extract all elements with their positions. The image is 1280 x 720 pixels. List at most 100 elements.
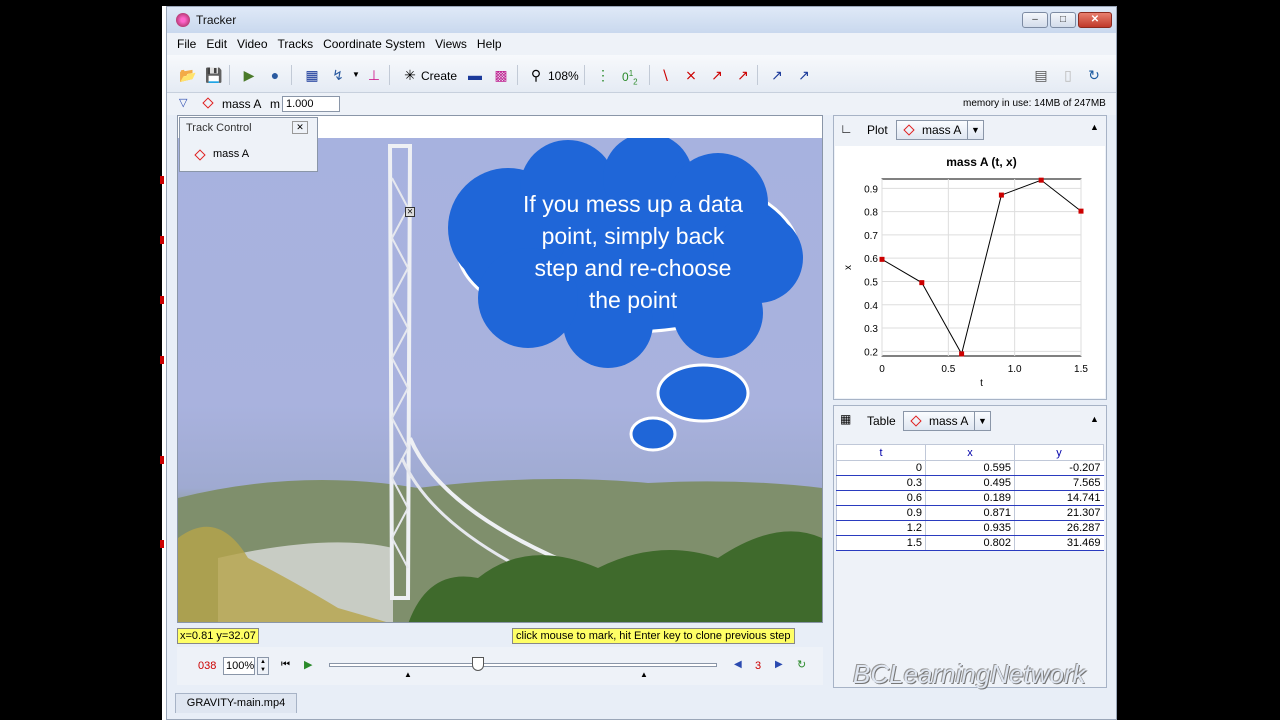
import-video-icon[interactable]: ▶ <box>240 67 258 83</box>
table-track-selector[interactable]: mass A ▼ <box>903 411 991 431</box>
video-panel[interactable]: If you mess up a data point, simply back… <box>177 115 823 623</box>
play-icon[interactable]: ▶ <box>304 658 312 671</box>
table-row[interactable]: 1.5 0.802 31.469 <box>836 535 1104 551</box>
track-menu-chevron-icon[interactable]: ▽ <box>179 96 187 109</box>
start-marker-icon[interactable]: ▲ <box>404 670 412 679</box>
position-icon[interactable]: ⨯ <box>682 67 700 83</box>
open-folder-icon[interactable]: 📂 <box>179 67 197 83</box>
momentum-icon[interactable]: ↗ <box>795 67 813 83</box>
table-header: ▦ Table mass A ▼ ▲ <box>834 406 1106 432</box>
memory-status: memory in use: 14MB of 247MB <box>963 98 1106 109</box>
grid-icon[interactable]: ▩ <box>492 67 510 83</box>
minimize-button[interactable]: – <box>1022 12 1048 28</box>
column-header-t[interactable]: t <box>836 444 926 461</box>
chevron-down-icon[interactable]: ▼ <box>347 67 365 83</box>
step-size[interactable]: 3 <box>755 660 761 672</box>
plot-label[interactable]: Plot <box>867 123 888 137</box>
y-axis-label: x <box>843 265 854 270</box>
maximize-button[interactable]: □ <box>1050 12 1076 28</box>
collapse-up-icon[interactable]: ▲ <box>1090 414 1099 424</box>
y-tick-label: 0.7 <box>864 231 878 242</box>
watermark: BCLearningNetwork <box>853 659 1086 689</box>
acceleration-icon[interactable]: ↗ <box>734 67 752 83</box>
reset-icon[interactable]: ⏮ <box>281 659 290 670</box>
table-row[interactable]: 1.2 0.935 26.287 <box>836 520 1104 536</box>
path-icon[interactable]: ∖ <box>656 67 674 83</box>
video-filter-icon[interactable]: ● <box>266 67 284 83</box>
slider-thumb[interactable] <box>472 657 484 671</box>
axes-icon[interactable]: ⊥ <box>365 67 383 83</box>
chart-title: mass A (t, x) <box>946 155 1016 169</box>
step-labels-icon[interactable]: 012 <box>622 69 638 86</box>
clip-settings-icon[interactable]: ▦ <box>303 67 321 83</box>
rate-spinner[interactable]: ▲ ▼ <box>257 657 269 675</box>
menu-views[interactable]: Views <box>435 37 467 51</box>
menu-tracks[interactable]: Tracks <box>278 37 314 51</box>
vector-sum-icon[interactable]: ↗ <box>768 67 786 83</box>
table-row[interactable]: 0.9 0.871 21.307 <box>836 505 1104 521</box>
point-mass-icon <box>194 149 206 161</box>
bubble-text: If you mess up a data point, simply back… <box>523 191 743 313</box>
menu-bar: File Edit Video Tracks Coordinate System… <box>167 33 1116 55</box>
y-tick-label: 0.2 <box>864 347 878 358</box>
save-icon[interactable]: 💾 <box>205 67 223 83</box>
velocity-icon[interactable]: ↗ <box>708 67 726 83</box>
y-tick-label: 0.3 <box>864 324 878 335</box>
page-icon[interactable]: ▯ <box>1059 67 1077 83</box>
position-plot[interactable]: mass A (t, x) 0.2 0.3 0.4 0.5 0.6 0.7 0.8 0.9 0 0.… <box>835 146 1105 398</box>
calibration-icon[interactable]: ↯ <box>329 67 347 83</box>
window-title: Tracker <box>196 13 237 27</box>
plot-track-name: mass A <box>922 123 962 137</box>
track-point-marker[interactable]: ⨯ <box>405 207 415 217</box>
chevron-down-icon[interactable]: ▼ <box>967 121 983 139</box>
zoom-level[interactable]: 108% <box>548 69 579 83</box>
data-table[interactable]: t x y 0 0.595 -0.207 0.3 0.495 7.565 0.6 0.18… <box>836 444 1104 551</box>
column-header-y[interactable]: y <box>1014 444 1104 461</box>
menu-file[interactable]: File <box>177 37 196 51</box>
table-row[interactable]: 0 0.595 -0.207 <box>836 460 1104 476</box>
rate-field[interactable]: 100% <box>223 657 255 675</box>
refresh-icon[interactable]: ↻ <box>1085 67 1103 83</box>
create-star-icon[interactable]: ✳ <box>401 67 419 83</box>
create-button[interactable]: Create <box>421 69 457 83</box>
menu-video[interactable]: Video <box>237 37 267 51</box>
menu-help[interactable]: Help <box>477 37 502 51</box>
x-tick-label: 1.0 <box>1008 364 1022 375</box>
mass-field[interactable]: 1.000 <box>282 96 340 112</box>
track-control-close-icon[interactable]: ✕ <box>292 121 308 134</box>
menu-coordinate-system[interactable]: Coordinate System <box>323 37 425 51</box>
player-bar: 038 100% ▲ ▼ ⏮ ▶ ▲ ▲ ◀ 3 ▶ ↻ <box>177 647 823 685</box>
data-point <box>959 351 965 357</box>
step-forward-icon[interactable]: ▶ <box>775 659 783 670</box>
y-tick-label: 0.8 <box>864 208 878 219</box>
plot-axes-icon[interactable]: ∟ <box>840 121 853 136</box>
column-header-x[interactable]: x <box>925 444 1015 461</box>
zoom-magnifier-icon[interactable]: ⚲ <box>527 67 545 83</box>
end-marker-icon[interactable]: ▲ <box>640 670 648 679</box>
step-back-icon[interactable]: ◀ <box>734 659 742 670</box>
notes-icon[interactable]: ▤ <box>1032 67 1050 83</box>
trail-dots-icon[interactable]: ⋮ <box>594 67 612 83</box>
close-button[interactable]: ✕ <box>1078 12 1112 28</box>
track-control-item[interactable]: mass A <box>213 148 249 160</box>
video-frame[interactable]: If you mess up a data point, simply back… <box>178 133 822 622</box>
table-label[interactable]: Table <box>867 414 896 428</box>
frame-slider[interactable] <box>329 663 717 667</box>
x-tick-label: 0.5 <box>941 364 955 375</box>
data-point <box>919 280 925 286</box>
plot-track-selector[interactable]: mass A ▼ <box>896 120 984 140</box>
frame-number[interactable]: 038 <box>198 660 216 672</box>
loop-icon[interactable]: ↻ <box>797 658 806 671</box>
x-tick-label: 1.5 <box>1074 364 1088 375</box>
table-row[interactable]: 0.6 0.189 14.741 <box>836 490 1104 506</box>
collapse-up-icon[interactable]: ▲ <box>1090 122 1099 132</box>
menu-edit[interactable]: Edit <box>206 37 227 51</box>
table-row[interactable]: 0.3 0.495 7.565 <box>836 475 1104 491</box>
table-grid-icon[interactable]: ▦ <box>840 412 851 426</box>
ruler-icon[interactable]: ▬ <box>466 67 484 83</box>
track-name[interactable]: mass A <box>222 97 261 111</box>
tracker-window: Tracker – □ ✕ File Edit Video Tracks Coo… <box>166 6 1117 720</box>
chevron-down-icon[interactable]: ▼ <box>974 412 990 430</box>
tab-video-file[interactable]: GRAVITY-main.mp4 <box>175 693 297 713</box>
point-mass-icon <box>903 124 915 136</box>
